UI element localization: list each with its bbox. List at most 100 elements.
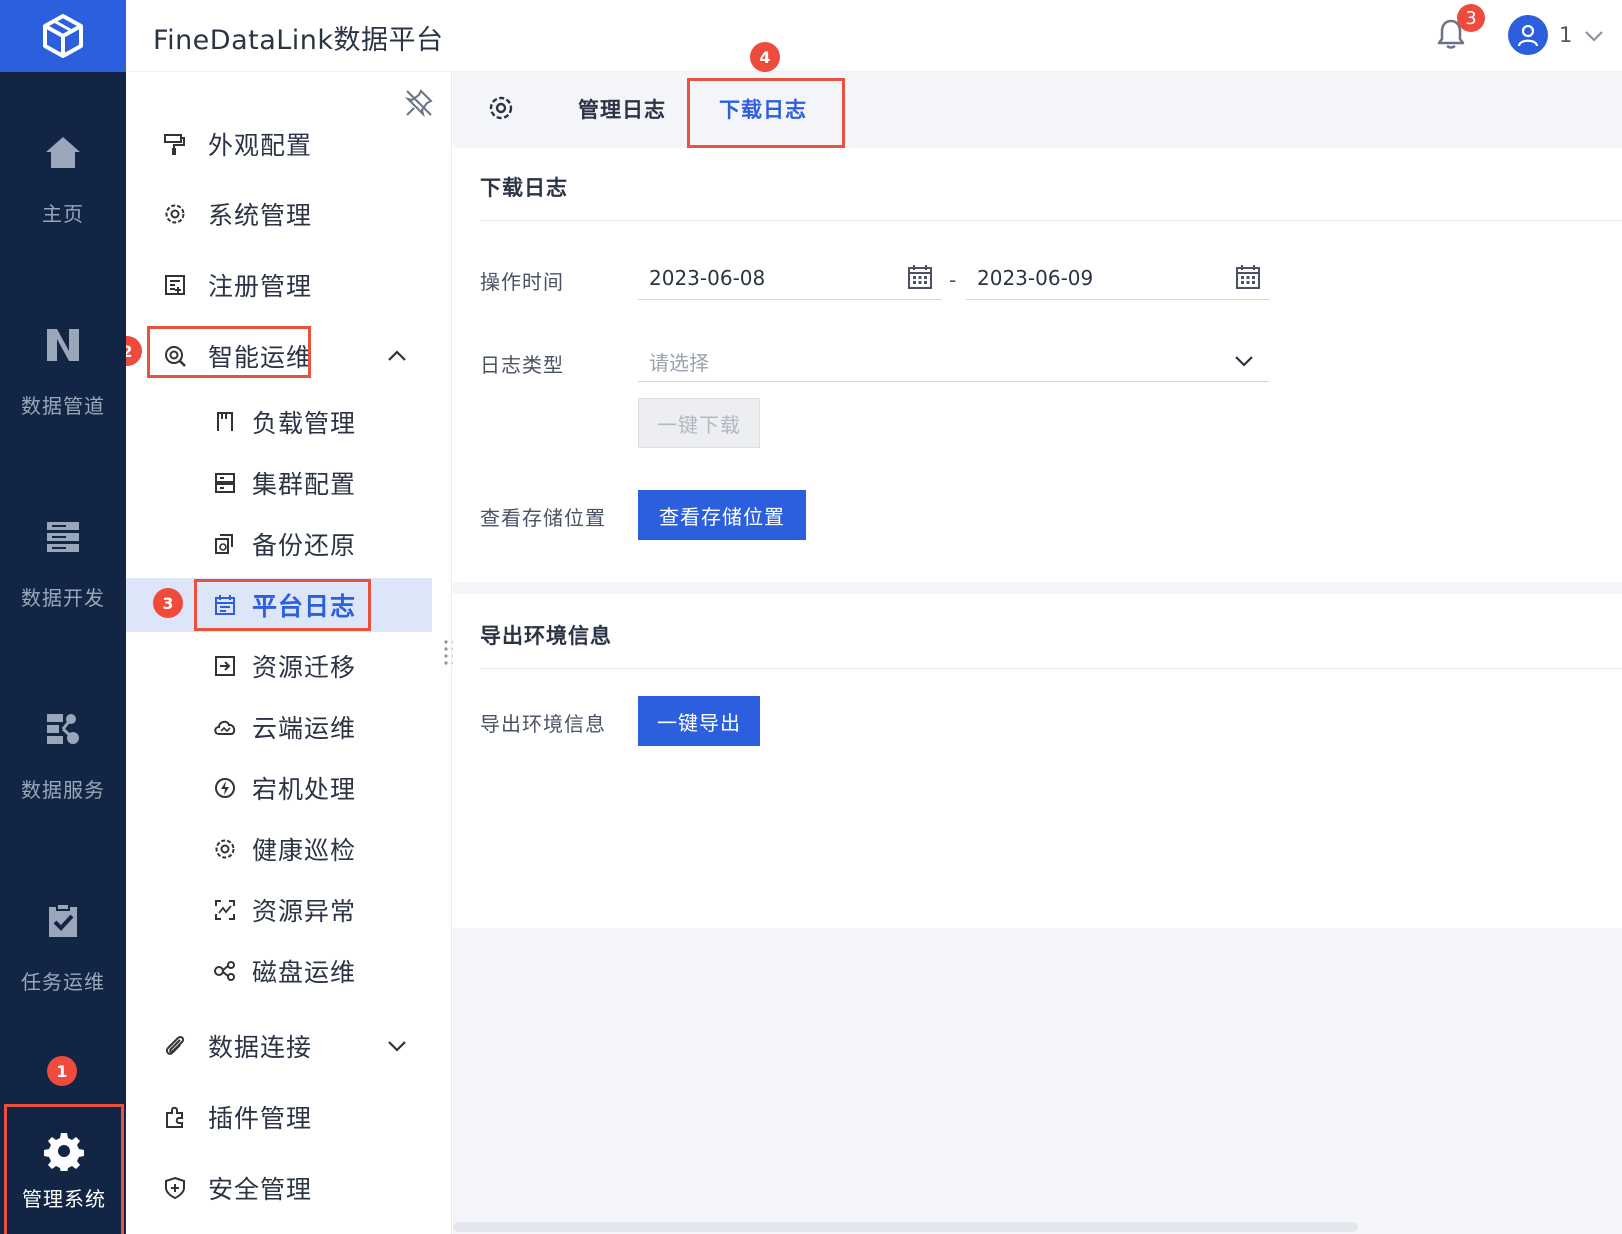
export-env-label: 导出环境信息 <box>480 712 606 736</box>
chevron-down-icon[interactable] <box>1582 24 1606 48</box>
chevron-down-icon[interactable] <box>384 1033 410 1059</box>
migrate-icon <box>212 653 238 679</box>
submenu-item-migrate[interactable]: 资源迁移 <box>126 639 432 693</box>
calendar-icon[interactable] <box>907 264 933 290</box>
rail-label: 数据开发 <box>21 586 105 610</box>
start-date-field[interactable]: 2023-06-08 <box>638 256 941 300</box>
divider <box>480 220 1622 221</box>
step-badge-1: 1 <box>47 1056 77 1086</box>
horizontal-scrollbar[interactable] <box>453 1222 1358 1232</box>
menu-label: 注册管理 <box>208 272 313 301</box>
main-nav-rail: 主页 数据管道 数据开发 数据服务 任务运维 1 管理系统 <box>0 0 126 1234</box>
menu-item-appearance[interactable]: 外观配置 <box>126 116 432 172</box>
menu-item-plugin[interactable]: 插件管理 <box>126 1089 432 1145</box>
submenu-label: 备份还原 <box>252 531 357 560</box>
highlight-box-platform-log <box>194 579 371 631</box>
view-storage-location-button[interactable]: 查看存储位置 <box>638 490 806 540</box>
gear-icon[interactable] <box>487 94 519 126</box>
bolt-icon <box>212 775 238 801</box>
user-name[interactable]: 1 <box>1559 23 1572 47</box>
submenu-item-cloud[interactable]: 云端运维 <box>126 700 432 754</box>
menu-item-system[interactable]: 系统管理 <box>126 186 432 242</box>
gear-icon <box>44 1131 84 1173</box>
card-title: 下载日志 <box>480 176 568 200</box>
disk-icon <box>212 958 238 984</box>
menu-label: 数据连接 <box>208 1033 313 1062</box>
submenu-item-disk[interactable]: 磁盘运维 <box>126 944 432 998</box>
rail-label: 任务运维 <box>21 970 105 994</box>
menu-label: 外观配置 <box>208 131 313 160</box>
menu-item-security[interactable]: 安全管理 <box>126 1160 432 1216</box>
storage-location-label: 查看存储位置 <box>480 506 606 530</box>
submenu-label: 负载管理 <box>252 409 357 438</box>
start-date-value: 2023-06-08 <box>649 266 766 290</box>
step-badge-4: 4 <box>750 42 780 72</box>
rail-label: 数据管道 <box>21 394 105 418</box>
rail-label: 主页 <box>42 202 84 226</box>
gear-icon <box>162 201 188 227</box>
submenu-label: 磁盘运维 <box>252 958 357 987</box>
rail-item-service[interactable]: 数据服务 <box>0 686 126 876</box>
chevron-down-icon <box>1231 348 1257 374</box>
service-icon <box>40 706 86 752</box>
page-title: FineDataLink数据平台 <box>153 25 444 56</box>
submenu-label: 资源异常 <box>252 897 357 926</box>
chevron-up-icon[interactable] <box>384 343 410 369</box>
avatar[interactable] <box>1508 15 1548 55</box>
register-icon <box>162 272 188 298</box>
load-icon <box>212 409 238 435</box>
backup-icon <box>212 531 238 557</box>
submenu-item-health[interactable]: 健康巡检 <box>126 822 432 876</box>
end-date-field[interactable]: 2023-06-09 <box>966 256 1269 300</box>
top-header: FineDataLink数据平台 3 1 <box>126 0 1622 72</box>
date-separator: - <box>949 268 957 292</box>
log-type-select[interactable]: 请选择 <box>638 338 1269 382</box>
calendar-icon[interactable] <box>1235 264 1261 290</box>
cloud-icon <box>212 714 238 740</box>
one-click-export-button[interactable]: 一键导出 <box>638 696 760 746</box>
health-icon <box>212 836 238 862</box>
export-env-card: 导出环境信息 导出环境信息 一键导出 <box>453 594 1622 928</box>
tab-bar: 管理日志 下载日志 4 <box>453 42 1622 148</box>
plugin-icon <box>162 1104 188 1130</box>
step-badge-3: 3 <box>153 588 183 618</box>
log-type-placeholder: 请选择 <box>649 351 709 375</box>
rail-item-management[interactable]: 管理系统 <box>4 1104 124 1234</box>
log-type-label: 日志类型 <box>480 353 564 377</box>
rail-item-home[interactable]: 主页 <box>0 110 126 300</box>
submenu-item-load[interactable]: 负载管理 <box>126 395 432 449</box>
rail-label: 管理系统 <box>22 1187 106 1211</box>
rail-item-task-ops[interactable]: 任务运维 <box>0 878 126 1068</box>
submenu-item-downtime[interactable]: 宕机处理 <box>126 761 432 815</box>
menu-item-register[interactable]: 注册管理 <box>126 257 432 313</box>
submenu-label: 宕机处理 <box>252 775 357 804</box>
anomaly-icon <box>212 897 238 923</box>
rail-item-dev[interactable]: 数据开发 <box>0 494 126 684</box>
cluster-icon <box>212 470 238 496</box>
dev-icon <box>40 514 86 560</box>
menu-label: 系统管理 <box>208 201 313 230</box>
tab-management-log[interactable]: 管理日志 <box>578 94 666 124</box>
notification-count-badge: 3 <box>1457 4 1485 32</box>
paperclip-icon <box>162 1033 188 1059</box>
card-title: 导出环境信息 <box>480 624 612 648</box>
rail-item-pipeline[interactable]: 数据管道 <box>0 302 126 492</box>
shield-icon <box>162 1175 188 1201</box>
divider <box>480 668 1622 669</box>
submenu-item-cluster[interactable]: 集群配置 <box>126 456 432 510</box>
user-icon <box>1517 24 1539 47</box>
one-click-download-button[interactable]: 一键下载 <box>638 398 760 448</box>
submenu-item-backup[interactable]: 备份还原 <box>126 517 432 571</box>
submenu-label: 健康巡检 <box>252 836 357 865</box>
pipeline-icon <box>40 322 86 368</box>
operation-time-label: 操作时间 <box>480 270 564 294</box>
submenu-item-anomaly[interactable]: 资源异常 <box>126 883 432 937</box>
menu-label: 插件管理 <box>208 1104 313 1133</box>
highlight-box-smart-ops <box>147 326 311 378</box>
menu-item-data-connection[interactable]: 数据连接 <box>126 1018 432 1074</box>
menu-label: 安全管理 <box>208 1175 313 1204</box>
rail-label: 数据服务 <box>21 778 105 802</box>
pin-icon[interactable] <box>404 88 434 118</box>
submenu-label: 云端运维 <box>252 714 357 743</box>
app-logo[interactable] <box>0 0 126 72</box>
